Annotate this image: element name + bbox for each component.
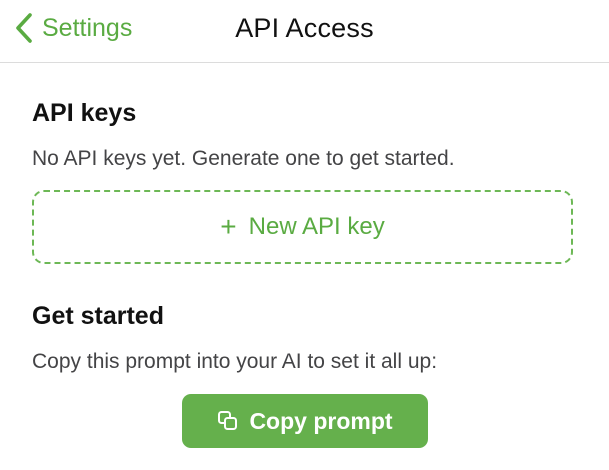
get-started-description: Copy this prompt into your AI to set it …	[32, 350, 438, 373]
api-keys-heading: API keys	[32, 99, 137, 127]
back-button[interactable]: Settings	[12, 10, 132, 46]
navigation-bar: Settings API Access	[0, 0, 609, 63]
chevron-left-icon	[12, 10, 36, 46]
new-api-key-button[interactable]: + New API key	[32, 190, 573, 264]
back-label: Settings	[42, 14, 133, 42]
api-keys-empty-text: No API keys yet. Generate one to get sta…	[32, 147, 455, 170]
copy-icon	[217, 410, 239, 432]
plus-icon: +	[220, 211, 237, 242]
get-started-heading: Get started	[32, 302, 164, 330]
copy-prompt-label: Copy prompt	[249, 407, 393, 434]
new-api-key-label: New API key	[248, 213, 385, 240]
copy-prompt-button[interactable]: Copy prompt	[182, 394, 428, 448]
